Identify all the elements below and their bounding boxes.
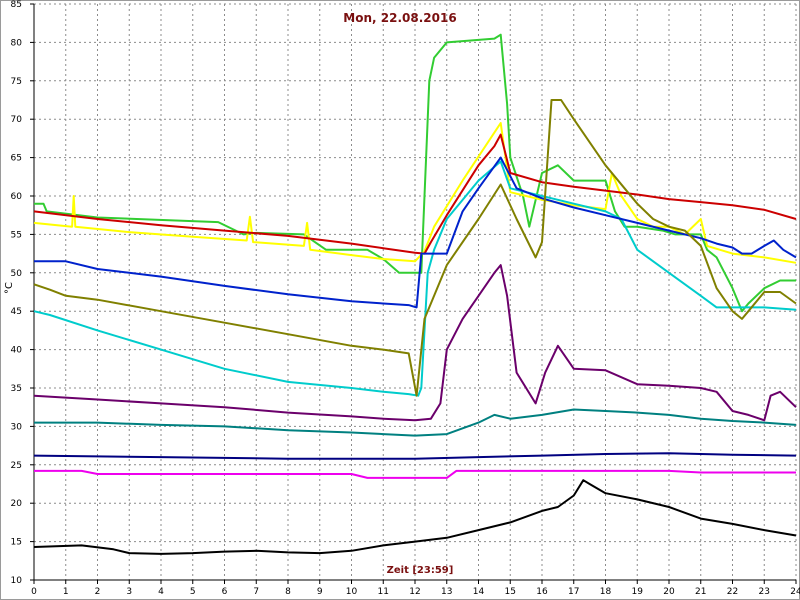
y-tick-label: 80 [11,38,23,48]
y-tick-label: 30 [11,422,23,432]
x-tick-label: 14 [473,587,485,597]
x-tick-label: 6 [222,587,228,597]
y-tick-label: 25 [11,461,22,471]
x-tick-label: 11 [378,587,389,597]
series-line-7 [33,264,797,422]
x-tick-label: 10 [346,587,358,597]
y-tick-label: 20 [11,499,23,509]
y-tick-label: 60 [11,192,23,202]
y-tick-label: 40 [11,346,23,356]
x-axis-label: Zeit [23:59] [387,565,454,576]
y-tick-label: 70 [11,115,23,125]
x-tick-label: 19 [632,587,644,597]
x-tick-label: 4 [158,587,164,597]
x-tick-label: 23 [759,587,770,597]
y-tick-label: 85 [11,0,22,10]
x-tick-label: 24 [790,587,800,597]
temperature-chart: 0 1 2 3 4 5 6 7 8 9 10 11 12 13 14 15 16 17 18 19 20 21 22 23 24… [4,0,800,597]
y-tick-label: 50 [11,269,23,279]
y-tick-label: 65 [11,154,22,164]
grid [33,3,797,581]
chart-title: Mon, 22.08.2016 [343,11,456,25]
y-tick-label: 45 [11,307,22,317]
x-tick-label: 16 [536,587,548,597]
y-tick-label: 35 [11,384,22,394]
x-tick-label: 21 [695,587,706,597]
y-tick-label: 15 [11,538,22,548]
y-tick-label: 75 [11,77,22,87]
x-tick-label: 7 [253,587,259,597]
x-tick-label: 15 [505,587,516,597]
x-tick-label: 9 [317,587,323,597]
series-line-8 [34,408,797,437]
y-tick-label: 10 [11,576,23,586]
y-axis-label: °C [4,282,15,294]
x-tick-label: 17 [568,587,579,597]
x-tick-label: 0 [31,587,37,597]
x-tick-label: 20 [663,587,675,597]
x-tick-label: 18 [600,587,612,597]
x-tick-label: 8 [285,587,291,597]
x-tick-label: 3 [126,587,132,597]
x-tick-label: 5 [190,587,196,597]
series-line-11 [33,479,797,555]
x-tick-label: 13 [441,587,452,597]
x-tick-label: 22 [727,587,738,597]
y-tick-label: 55 [11,230,22,240]
x-tick-label: 2 [95,587,101,597]
x-tick-label: 1 [63,587,69,597]
series-line-2 [33,122,797,264]
x-tick-label: 12 [409,587,420,597]
